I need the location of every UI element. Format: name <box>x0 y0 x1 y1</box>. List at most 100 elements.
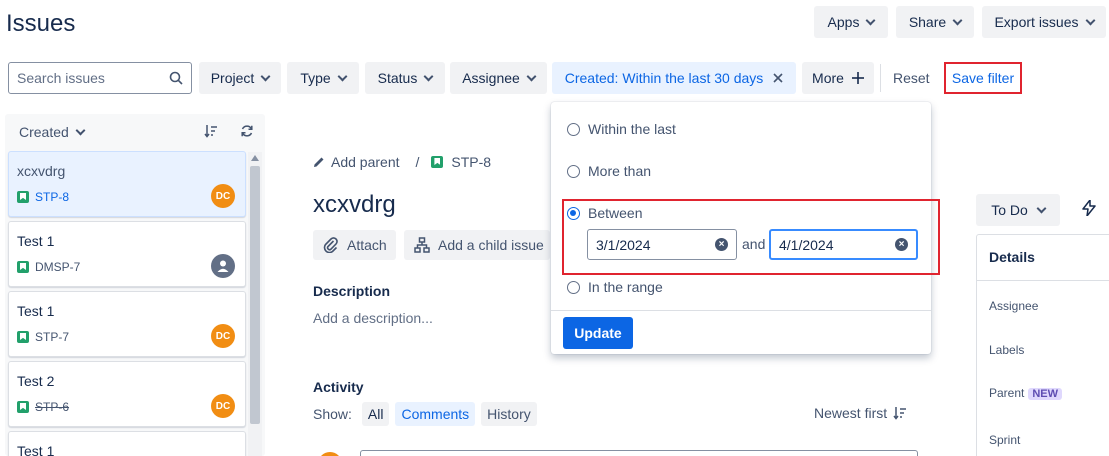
radio-button[interactable] <box>567 164 580 178</box>
filter-divider <box>880 64 881 92</box>
list-item[interactable]: Test 1 <box>8 431 246 456</box>
chevron-down-icon <box>866 15 876 25</box>
search-input[interactable]: Search issues <box>8 62 192 94</box>
lightning-icon[interactable] <box>1082 200 1096 216</box>
status-dropdown[interactable]: To Do <box>976 194 1060 226</box>
add-child-label: Add a child issue <box>438 237 544 253</box>
story-icon <box>17 261 29 273</box>
avatar: DC <box>211 394 235 418</box>
list-item-title: Test 1 <box>17 303 55 319</box>
list-scroll-thumb[interactable] <box>250 166 260 424</box>
issue-key: STP-6 <box>35 400 70 414</box>
project-filter-label: Project <box>210 70 255 86</box>
scroll-up-icon[interactable] <box>251 155 259 161</box>
sort-order-icon[interactable] <box>204 124 218 138</box>
list-item-title: Test 2 <box>17 373 55 389</box>
popup-divider <box>551 310 931 311</box>
share-label: Share <box>908 14 947 30</box>
activity-filter: Show: All Comments History <box>313 402 537 426</box>
list-item-title: xcxvdrg <box>17 163 66 179</box>
issue-key: STP-7 <box>35 330 70 344</box>
comment-input[interactable] <box>360 450 918 456</box>
save-filter-button[interactable]: Save filter <box>944 62 1022 94</box>
story-icon <box>17 401 29 413</box>
list-item[interactable]: Test 1 STP-7 DC <box>8 291 246 357</box>
pencil-icon <box>314 157 324 167</box>
status-filter-button[interactable]: Status <box>365 62 445 94</box>
refresh-icon[interactable] <box>240 124 254 138</box>
assignee-filter-button[interactable]: Assignee <box>450 62 547 94</box>
newest-first-label: Newest first <box>814 405 888 421</box>
export-label: Export issues <box>994 14 1079 30</box>
created-filter-label: Created: <box>564 70 619 86</box>
search-placeholder: Search issues <box>17 70 105 86</box>
list-item[interactable]: xcxvdrg STP-8 DC <box>8 151 246 217</box>
attach-label: Attach <box>347 237 387 253</box>
close-icon[interactable] <box>773 73 783 83</box>
export-issues-button[interactable]: Export issues <box>982 6 1106 38</box>
story-icon <box>17 331 29 343</box>
assignee-filter-label: Assignee <box>462 70 520 86</box>
more-filters-button[interactable]: More <box>802 62 874 94</box>
story-icon <box>17 191 29 203</box>
more-label: More <box>812 70 844 86</box>
show-all-button[interactable]: All <box>361 402 390 426</box>
chevron-down-icon <box>1085 15 1095 25</box>
radio-button[interactable] <box>567 122 580 136</box>
attach-button[interactable]: Attach <box>313 230 396 260</box>
add-child-issue-button[interactable]: Add a child issue <box>404 230 550 260</box>
option-label: In the range <box>588 279 663 295</box>
paperclip-icon <box>323 237 339 253</box>
avatar: DC <box>211 324 235 348</box>
chevron-down-icon <box>337 71 348 81</box>
add-parent-label: Add parent <box>331 154 400 170</box>
option-label: Within the last <box>588 121 676 137</box>
status-label: To Do <box>991 202 1028 218</box>
type-filter-button[interactable]: Type <box>287 62 359 94</box>
assignee-field-label: Assignee <box>989 299 1039 313</box>
chevron-down-icon <box>423 71 434 81</box>
breadcrumb-issue-link[interactable]: STP-8 <box>431 154 491 170</box>
labels-field-label: Labels <box>989 343 1025 357</box>
option-more-than[interactable]: More than <box>567 163 651 179</box>
show-history-button[interactable]: History <box>481 402 537 426</box>
sort-descending-icon <box>893 406 907 420</box>
share-button[interactable]: Share <box>896 6 974 38</box>
chevron-down-icon <box>1036 203 1047 213</box>
list-item-key: STP-8 <box>17 190 69 204</box>
radio-button[interactable] <box>567 280 580 294</box>
show-comments-button[interactable]: Comments <box>395 402 476 426</box>
created-filter-chip[interactable]: Created: Within the last 30 days <box>552 62 796 94</box>
apps-label: Apps <box>827 14 860 30</box>
plus-icon <box>851 72 864 84</box>
search-icon <box>169 71 183 85</box>
reset-button[interactable]: Reset <box>893 70 930 86</box>
details-divider <box>977 280 1109 281</box>
unassigned-avatar-icon <box>211 254 235 278</box>
option-in-the-range[interactable]: In the range <box>567 279 663 295</box>
new-badge: NEW <box>1028 388 1063 400</box>
newest-first-toggle[interactable]: Newest first <box>814 405 907 421</box>
apps-button[interactable]: Apps <box>814 6 888 38</box>
highlight-box <box>562 199 940 275</box>
list-item[interactable]: Test 1 DMSP-7 <box>8 221 246 287</box>
description-heading: Description <box>313 283 391 299</box>
description-placeholder[interactable]: Add a description... <box>313 310 433 326</box>
project-filter-button[interactable]: Project <box>199 62 281 94</box>
avatar <box>318 452 342 456</box>
created-filter-value: Within the last 30 days <box>622 70 764 86</box>
option-within-the-last[interactable]: Within the last <box>567 121 676 137</box>
breadcrumb: Add parent / STP-8 <box>313 154 491 170</box>
chevron-down-icon <box>952 15 963 25</box>
list-item[interactable]: Test 2 STP-6 DC <box>8 361 246 427</box>
issue-title[interactable]: xcxvdrg <box>313 191 396 219</box>
issue-key: DMSP-7 <box>35 260 81 274</box>
list-item-key: STP-6 <box>17 400 69 414</box>
details-heading[interactable]: Details <box>989 249 1035 265</box>
add-parent-link[interactable]: Add parent <box>313 154 400 170</box>
list-item-key: DMSP-7 <box>17 260 80 274</box>
chevron-down-icon <box>75 125 86 135</box>
chevron-down-icon <box>526 71 537 81</box>
update-button[interactable]: Update <box>563 317 633 349</box>
sort-dropdown[interactable]: Created <box>19 124 86 140</box>
